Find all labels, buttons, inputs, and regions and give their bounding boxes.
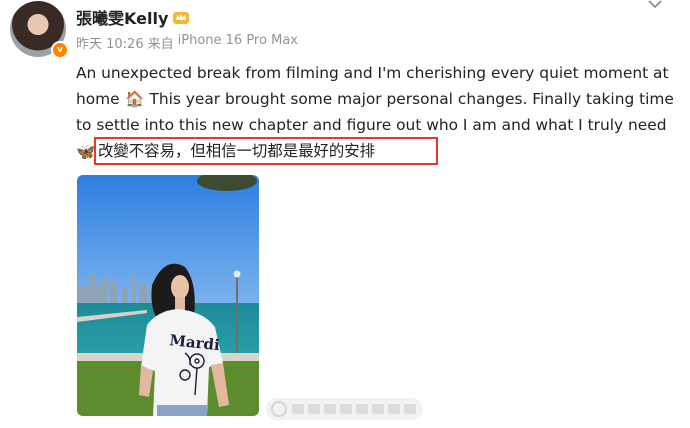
post-body: An unexpected break from filming and I'm… (76, 60, 676, 166)
house-emoji-icon: 🏠 (124, 90, 145, 108)
source-prefix: 来自 (147, 37, 174, 52)
post-meta: 昨天 10:26 来自 iPhone 16 Pro Max (76, 33, 298, 52)
post-time[interactable]: 昨天 10:26 (76, 33, 144, 52)
source-device: iPhone 16 Pro Max (177, 33, 298, 48)
highlighted-text: 改變不容易，但相信一切都是最好的安排 (94, 137, 438, 165)
post-photo[interactable]: Mardi (77, 175, 259, 416)
post-text-mid: This year brought some major personal ch… (76, 90, 674, 134)
watermark (266, 398, 423, 420)
username[interactable]: 張曦雯Kelly (76, 5, 168, 29)
post-header: 張曦雯Kelly (76, 5, 190, 29)
crown-icon (172, 9, 190, 25)
chevron-down-icon[interactable] (648, 0, 662, 8)
verified-badge-icon: v (51, 41, 69, 59)
butterfly-emoji-icon: 🦋 (76, 143, 96, 161)
